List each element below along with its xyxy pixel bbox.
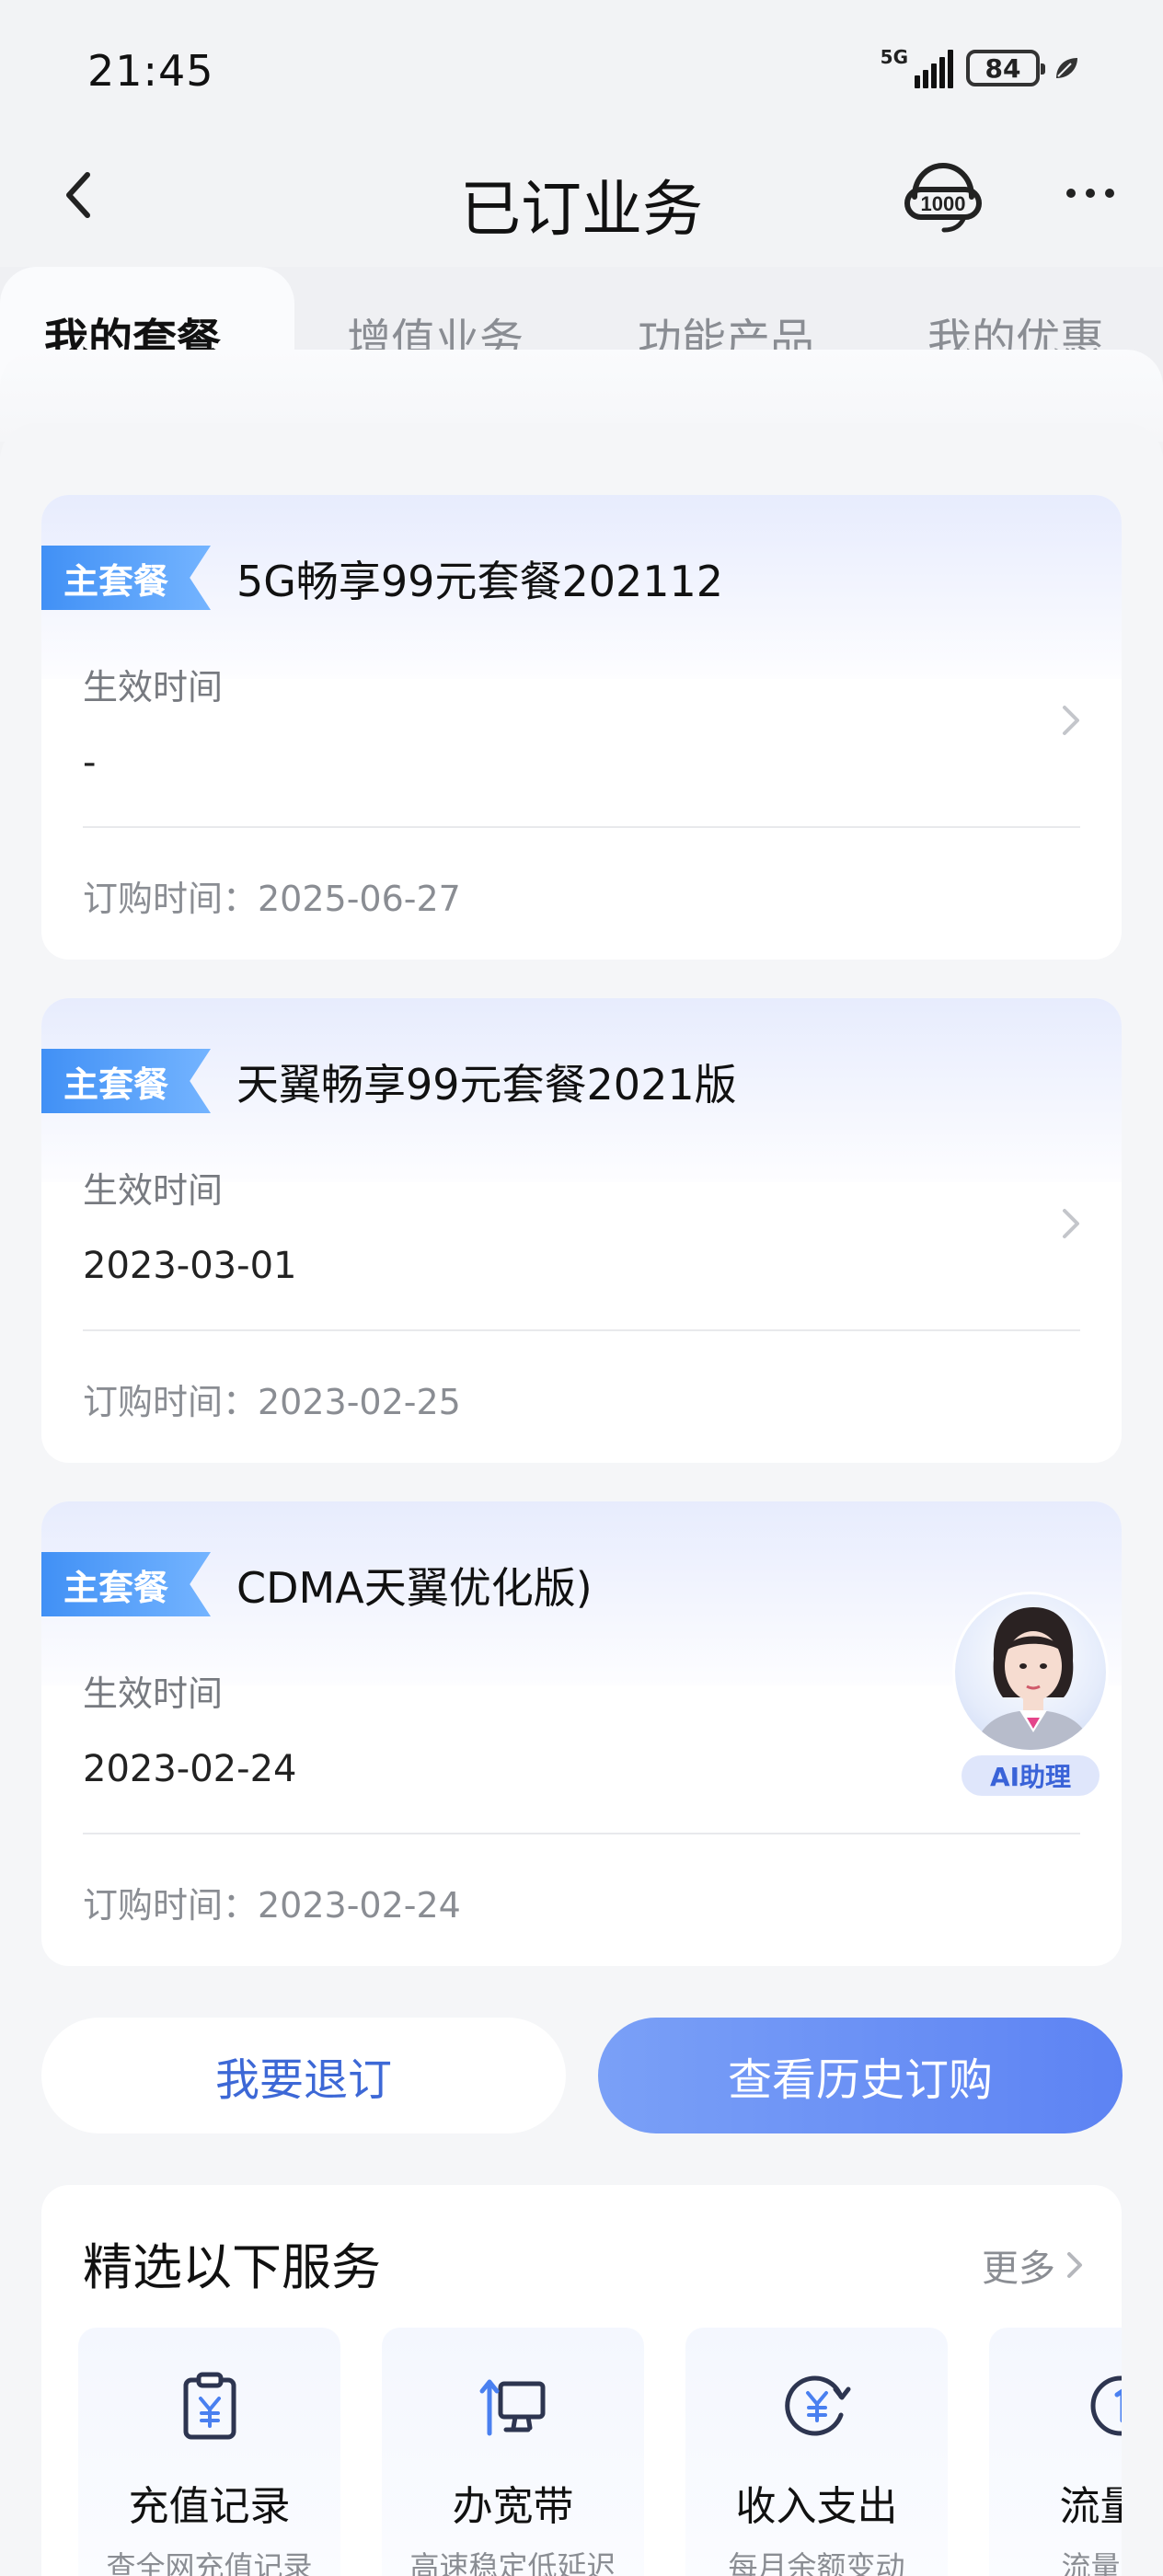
effective-time-label: 生效时间 xyxy=(83,1673,224,1714)
service-item-income-expense[interactable]: 收入支出 每月余额变动 xyxy=(685,2328,948,2576)
service-subtitle: 高速稳定低延迟 xyxy=(409,2549,616,2576)
status-time: 21:45 xyxy=(87,46,214,96)
order-time: 订购时间：2025-06-27 xyxy=(83,879,461,919)
svg-text:1000: 1000 xyxy=(921,192,966,215)
effective-time-value: - xyxy=(83,742,97,784)
service-subtitle: 每月余额变动 xyxy=(728,2549,905,2576)
page-title: 已订业务 xyxy=(460,174,703,245)
header: 已订业务 1000 xyxy=(0,138,1163,258)
service-item-recharge-record[interactable]: 充值记录 查全网充值记录 xyxy=(78,2328,340,2576)
package-card[interactable]: 主套餐 5G畅享99元套餐202112 生效时间 - 订购时间：2025-06-… xyxy=(41,495,1122,960)
order-time: 订购时间：2023-02-25 xyxy=(83,1382,461,1422)
service-item-broadband[interactable]: 办宽带 高速稳定低延迟 xyxy=(382,2328,644,2576)
divider xyxy=(83,1329,1080,1331)
package-name: 5G畅享99元套餐202112 xyxy=(236,557,724,606)
service-label: 收入支出 xyxy=(735,2483,898,2530)
effective-time-label: 生效时间 xyxy=(83,667,224,707)
service-subtitle: 查全网充值记录 xyxy=(106,2549,313,2576)
effective-time-label: 生效时间 xyxy=(83,1170,224,1211)
service-label: 流量加 xyxy=(1059,2483,1123,2530)
main-package-tag: 主套餐 xyxy=(41,1049,211,1113)
status-icons: 5G 84 xyxy=(881,48,1080,88)
status-bar: 21:45 5G 84 xyxy=(0,0,1163,138)
more-label: 更多 xyxy=(982,2248,1055,2290)
divider xyxy=(83,1833,1080,1834)
effective-time-value: 2023-03-01 xyxy=(83,1245,297,1287)
chevron-right-icon xyxy=(1063,706,1079,735)
unsubscribe-button[interactable]: 我要退订 xyxy=(41,2018,566,2133)
package-name: 天翼畅享99元套餐2021版 xyxy=(236,1060,737,1110)
customer-service-button[interactable]: 1000 xyxy=(902,156,985,239)
view-history-orders-button[interactable]: 查看历史订购 xyxy=(598,2018,1123,2133)
ai-assistant-avatar xyxy=(952,1592,1109,1753)
order-time: 订购时间：2023-02-24 xyxy=(83,1885,461,1926)
income-expense-icon xyxy=(784,2375,850,2436)
leaf-icon xyxy=(1056,58,1077,78)
battery-icon: 84 xyxy=(966,50,1045,86)
service-item-data-addon[interactable]: 流量加 流量告急 xyxy=(989,2328,1122,2576)
ai-assistant-button[interactable]: AI助理 xyxy=(948,1592,1113,1803)
service-label: 办宽带 xyxy=(452,2483,574,2530)
ai-assistant-label: AI助理 xyxy=(961,1755,1100,1796)
effective-time-value: 2023-02-24 xyxy=(83,1748,297,1790)
divider xyxy=(83,826,1080,828)
section-title: 精选以下服务 xyxy=(83,2238,381,2296)
package-name: CDMA天翼优化版) xyxy=(236,1563,593,1613)
more-menu-button[interactable] xyxy=(1054,175,1127,212)
featured-services-section: 精选以下服务 更多 充值记录 查全网充值记录 办宽带 高速稳定低延迟 收入支出 … xyxy=(41,2185,1122,2576)
package-card[interactable]: 主套餐 天翼畅享99元套餐2021版 生效时间 2023-03-01 订购时间：… xyxy=(41,998,1122,1463)
more-services-link[interactable]: 更多 xyxy=(982,2238,1085,2292)
service-subtitle: 流量告急 xyxy=(1061,2549,1122,2576)
broadband-icon xyxy=(479,2379,545,2436)
main-package-tag: 主套餐 xyxy=(41,546,211,610)
chevron-right-icon xyxy=(1067,2252,1082,2278)
data-addon-icon xyxy=(1090,2375,1122,2436)
main-package-tag: 主套餐 xyxy=(41,1552,211,1616)
customer-service-10000-icon: 1000 xyxy=(904,162,982,233)
chevron-right-icon xyxy=(1063,1209,1079,1238)
signal-5g-icon: 5G xyxy=(881,48,953,88)
recharge-record-icon xyxy=(183,2372,236,2440)
service-label: 充值记录 xyxy=(128,2483,291,2530)
